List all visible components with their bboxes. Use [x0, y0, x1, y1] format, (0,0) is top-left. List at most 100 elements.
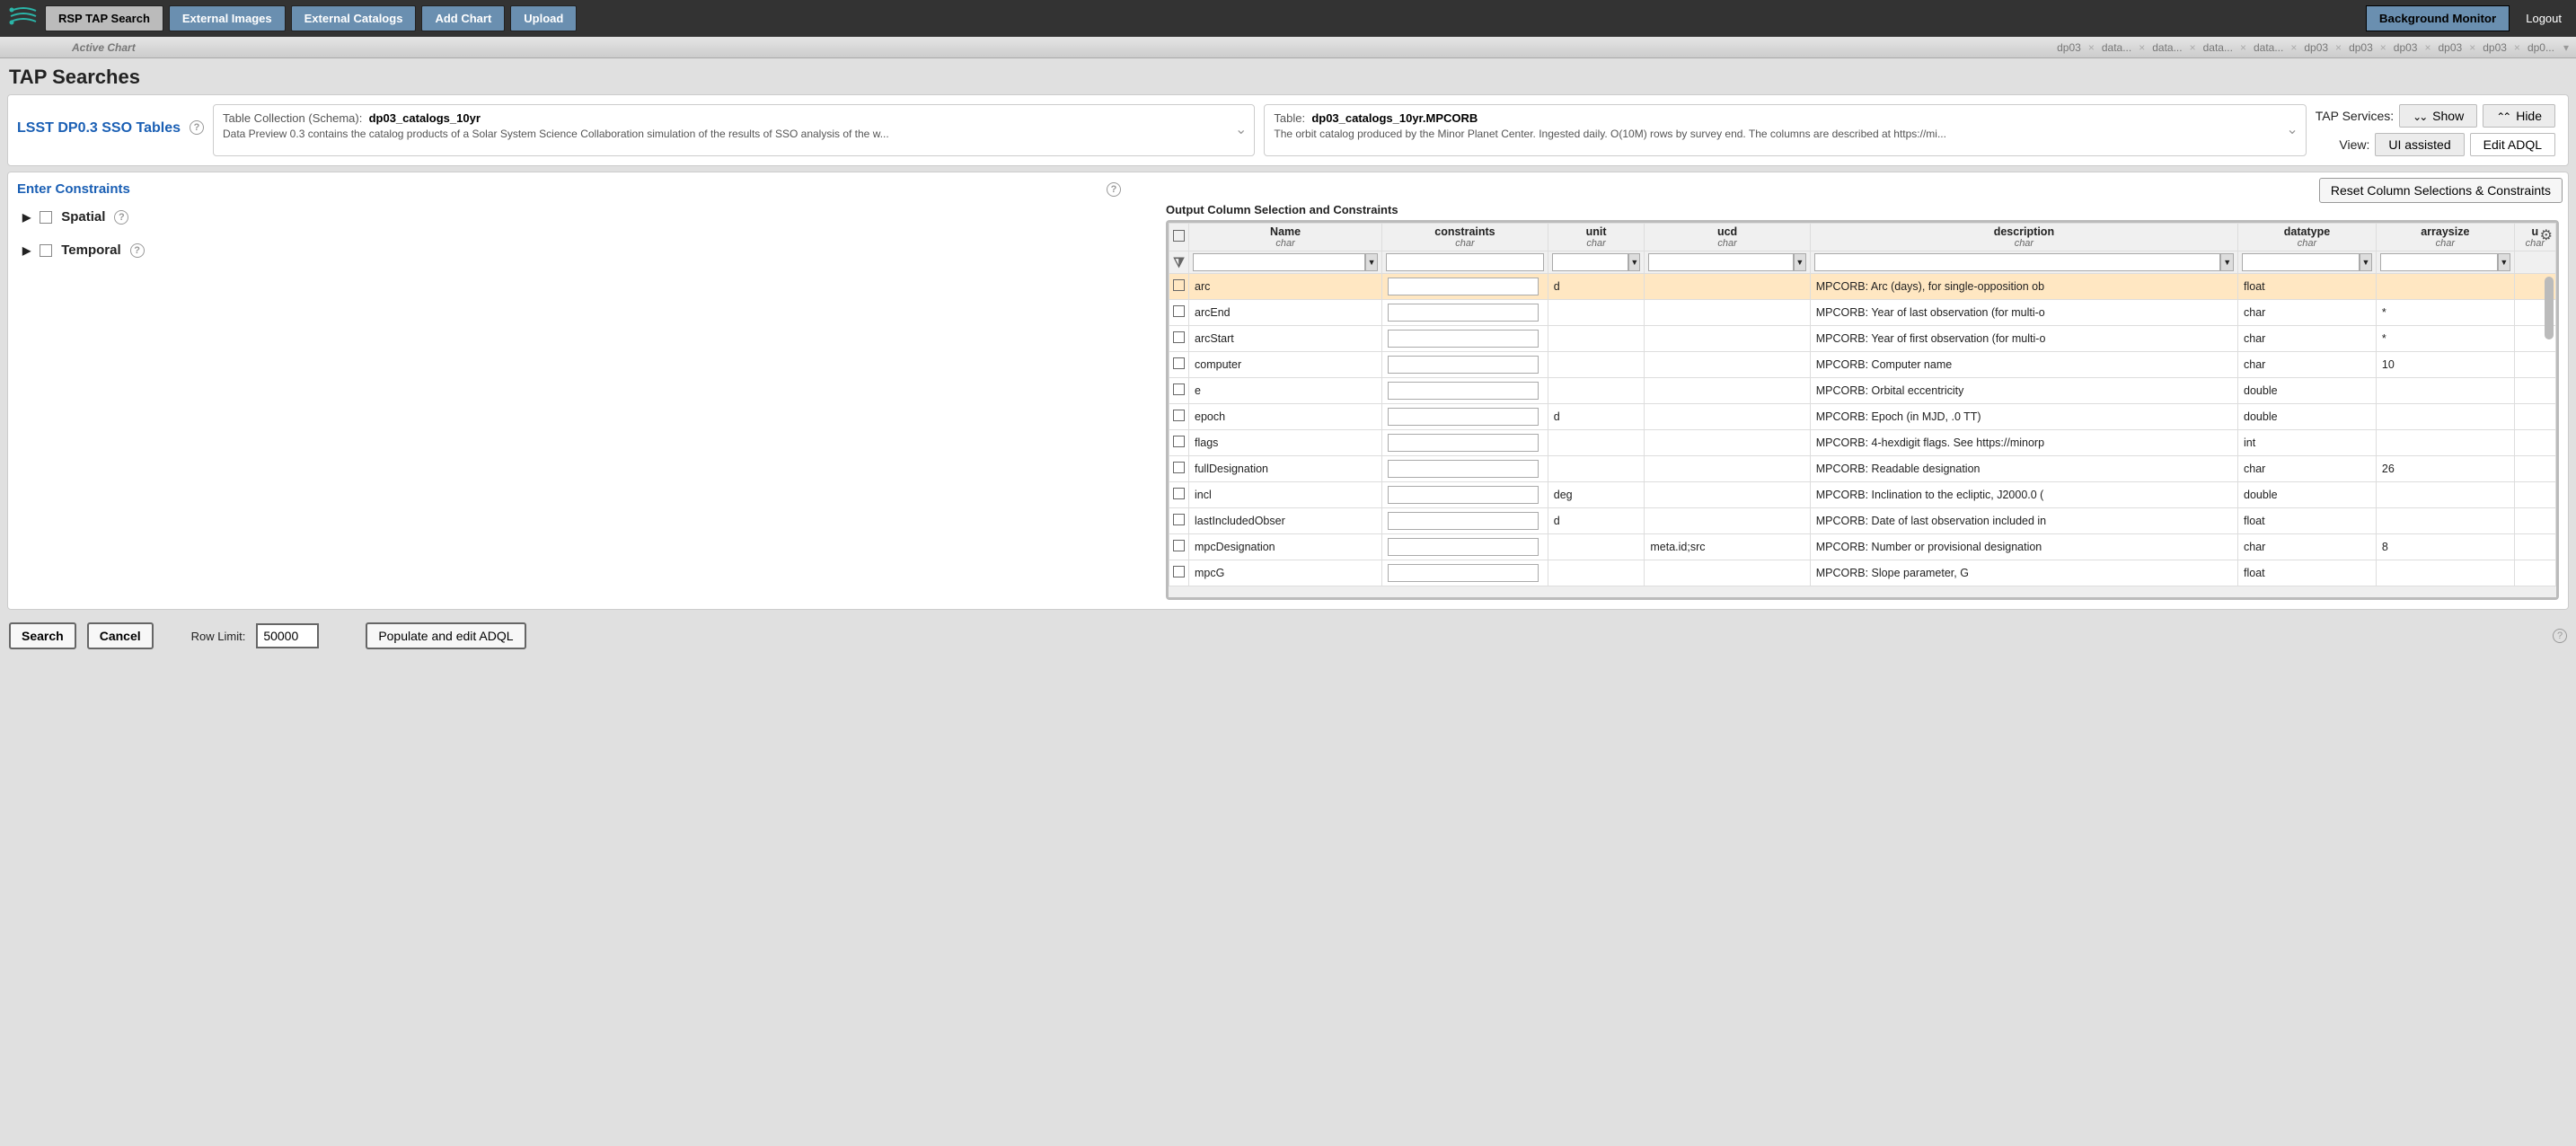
filter-desc-input[interactable]	[1814, 253, 2221, 271]
filter-dropdown-icon[interactable]: ▼	[2220, 253, 2234, 271]
close-tab-icon[interactable]: ×	[2335, 41, 2342, 54]
help-icon[interactable]: ?	[2553, 629, 2567, 643]
row-checkbox[interactable]	[1173, 488, 1185, 499]
cell-constraints[interactable]	[1382, 352, 1548, 378]
cell-constraints[interactable]	[1382, 326, 1548, 352]
result-tab[interactable]: dp03	[2481, 41, 2509, 54]
cell-constraints[interactable]	[1382, 430, 1548, 456]
cell-constraints[interactable]	[1382, 274, 1548, 300]
cell-constraints[interactable]	[1382, 482, 1548, 508]
constraints-input[interactable]	[1388, 330, 1539, 348]
row-checkbox[interactable]	[1173, 436, 1185, 447]
help-icon[interactable]: ?	[130, 243, 145, 258]
filter-dtype-input[interactable]	[2242, 253, 2360, 271]
row-checkbox[interactable]	[1173, 566, 1185, 577]
row-checkbox[interactable]	[1173, 540, 1185, 551]
external-images-tab[interactable]: External Images	[169, 5, 286, 31]
table-row[interactable]: arcEndMPCORB: Year of last observation (…	[1169, 300, 2556, 326]
help-icon[interactable]: ?	[190, 120, 204, 135]
vertical-scrollbar[interactable]	[2545, 277, 2554, 339]
result-tab[interactable]: dp03	[2055, 41, 2083, 54]
tab-menu-icon[interactable]: ▾	[2563, 41, 2569, 54]
spatial-checkbox[interactable]	[40, 211, 52, 224]
table-row[interactable]: fullDesignationMPCORB: Readable designat…	[1169, 456, 2556, 482]
show-services-button[interactable]: ⌄⌄ Show	[2399, 104, 2477, 128]
filter-dropdown-icon[interactable]: ▼	[1365, 253, 1378, 271]
constraints-input[interactable]	[1388, 356, 1539, 374]
table-select-card[interactable]: Table: dp03_catalogs_10yr.MPCORB The orb…	[1264, 104, 2306, 156]
row-checkbox[interactable]	[1173, 331, 1185, 343]
constraints-input[interactable]	[1388, 512, 1539, 530]
reset-columns-button[interactable]: Reset Column Selections & Constraints	[2319, 178, 2563, 203]
help-icon[interactable]: ?	[114, 210, 128, 225]
result-tab[interactable]: dp03	[2347, 41, 2375, 54]
constraints-input[interactable]	[1388, 304, 1539, 322]
expand-temporal-icon[interactable]: ▶	[22, 244, 31, 257]
row-checkbox[interactable]	[1173, 410, 1185, 421]
table-row[interactable]: lastIncludedObserdMPCORB: Date of last o…	[1169, 508, 2556, 534]
close-tab-icon[interactable]: ×	[2190, 41, 2196, 54]
gear-icon[interactable]: ⚙	[2540, 226, 2553, 244]
filter-dropdown-icon[interactable]: ▼	[1628, 253, 1640, 271]
filter-dropdown-icon[interactable]: ▼	[2498, 253, 2510, 271]
filter-unit-input[interactable]	[1552, 253, 1628, 271]
external-catalogs-tab[interactable]: External Catalogs	[291, 5, 417, 31]
constraints-input[interactable]	[1388, 434, 1539, 452]
result-tab[interactable]: dp03	[2392, 41, 2420, 54]
populate-adql-button[interactable]: Populate and edit ADQL	[366, 622, 525, 649]
row-checkbox[interactable]	[1173, 383, 1185, 395]
cell-constraints[interactable]	[1382, 378, 1548, 404]
temporal-checkbox[interactable]	[40, 244, 52, 257]
table-row[interactable]: arcStartMPCORB: Year of first observatio…	[1169, 326, 2556, 352]
close-tab-icon[interactable]: ×	[2469, 41, 2475, 54]
filter-name-input[interactable]	[1193, 253, 1365, 271]
row-checkbox[interactable]	[1173, 305, 1185, 317]
table-row[interactable]: arcdMPCORB: Arc (days), for single-oppos…	[1169, 274, 2556, 300]
row-checkbox[interactable]	[1173, 279, 1185, 291]
filter-constraints-input[interactable]	[1386, 253, 1544, 271]
close-tab-icon[interactable]: ×	[2139, 41, 2145, 54]
horizontal-scrollbar[interactable]	[1169, 586, 2556, 597]
table-row[interactable]: flagsMPCORB: 4-hexdigit flags. See https…	[1169, 430, 2556, 456]
upload-tab[interactable]: Upload	[510, 5, 577, 31]
schema-select-card[interactable]: Table Collection (Schema): dp03_catalogs…	[213, 104, 1255, 156]
close-tab-icon[interactable]: ×	[2514, 41, 2520, 54]
filter-dropdown-icon[interactable]: ▼	[2360, 253, 2372, 271]
table-row[interactable]: incldegMPCORB: Inclination to the eclipt…	[1169, 482, 2556, 508]
result-tab[interactable]: data...	[2100, 41, 2133, 54]
help-icon[interactable]: ?	[1107, 182, 1121, 197]
constraints-input[interactable]	[1388, 538, 1539, 556]
cell-constraints[interactable]	[1382, 560, 1548, 586]
cell-constraints[interactable]	[1382, 456, 1548, 482]
funnel-icon[interactable]: ⧩	[1173, 254, 1185, 271]
row-limit-input[interactable]	[256, 623, 319, 648]
table-row[interactable]: mpcGMPCORB: Slope parameter, Gfloat	[1169, 560, 2556, 586]
filter-ucd-input[interactable]	[1648, 253, 1793, 271]
result-tab[interactable]: data...	[2201, 41, 2235, 54]
row-checkbox[interactable]	[1173, 357, 1185, 369]
table-row[interactable]: epochdMPCORB: Epoch (in MJD, .0 TT)doubl…	[1169, 404, 2556, 430]
close-tab-icon[interactable]: ×	[2424, 41, 2430, 54]
active-chart-tab[interactable]: Active Chart	[72, 41, 136, 54]
cell-constraints[interactable]	[1382, 300, 1548, 326]
logout-link[interactable]: Logout	[2526, 12, 2562, 25]
filter-arr-input[interactable]	[2380, 253, 2498, 271]
filter-dropdown-icon[interactable]: ▼	[1794, 253, 1806, 271]
cell-constraints[interactable]	[1382, 534, 1548, 560]
result-tab[interactable]: data...	[2150, 41, 2183, 54]
close-tab-icon[interactable]: ×	[2290, 41, 2297, 54]
search-button[interactable]: Search	[9, 622, 76, 649]
close-tab-icon[interactable]: ×	[2380, 41, 2386, 54]
table-row[interactable]: mpcDesignationmeta.id;srcMPCORB: Number …	[1169, 534, 2556, 560]
constraints-input[interactable]	[1388, 278, 1539, 295]
constraints-input[interactable]	[1388, 486, 1539, 504]
cell-constraints[interactable]	[1382, 508, 1548, 534]
row-checkbox[interactable]	[1173, 514, 1185, 525]
constraints-input[interactable]	[1388, 564, 1539, 582]
cancel-button[interactable]: Cancel	[87, 622, 154, 649]
result-tab[interactable]: dp03	[2302, 41, 2330, 54]
cell-constraints[interactable]	[1382, 404, 1548, 430]
close-tab-icon[interactable]: ×	[2088, 41, 2095, 54]
constraints-input[interactable]	[1388, 382, 1539, 400]
result-tab[interactable]: dp0...	[2526, 41, 2556, 54]
